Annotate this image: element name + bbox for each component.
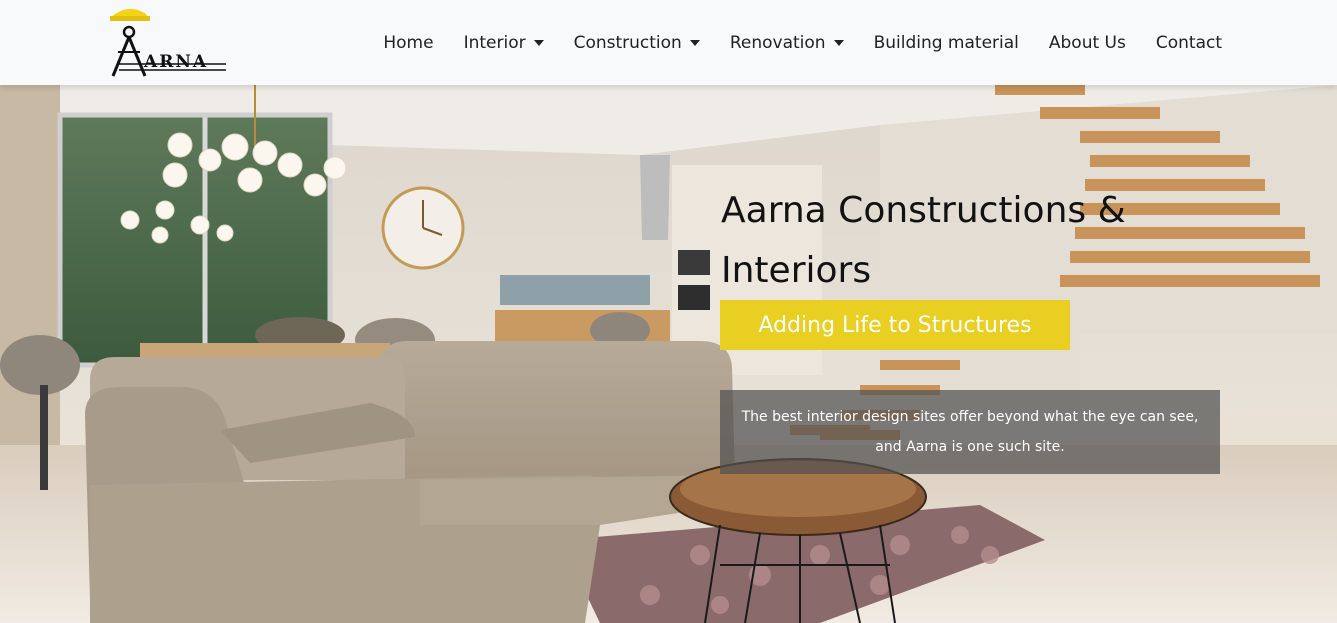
logo-text: ARNA [144,52,209,72]
description-line1: The best interior design sites offer bey… [741,409,1199,425]
hero-section: Aarna Constructions & Interiors Adding L… [0,85,1337,623]
nav-renovation-dropdown[interactable]: Renovation [730,33,844,53]
caret-down-icon [689,39,700,46]
hero-title-line2: Interiors [721,250,872,291]
nav-about-us[interactable]: About Us [1049,33,1126,53]
nav-contact[interactable]: Contact [1156,33,1222,53]
nav-label: Construction [573,32,682,53]
nav-label: Renovation [729,32,826,53]
hero-tagline: Adding Life to Structures [720,300,1070,350]
nav-construction-dropdown[interactable]: Construction [574,33,700,53]
main-nav: Home Interior Construction Renovation Bu… [353,0,1222,85]
brand-logo[interactable]: ARNA [106,4,228,80]
nav-label: Interior [463,32,526,53]
nav-building-material[interactable]: Building material [874,33,1019,53]
hero-title: Aarna Constructions & Interiors [721,181,1181,301]
caret-down-icon [533,39,544,46]
caret-down-icon [833,39,844,46]
navbar: ARNA Home Interior Construction Renovati… [0,0,1337,85]
nav-label: Contact [1155,32,1222,53]
hero-title-line1: Aarna Constructions & [721,190,1126,231]
nav-label: About Us [1048,32,1126,53]
hero-description: The best interior design sites offer bey… [720,390,1220,474]
description-line2: and Aarna is one such site. [875,439,1065,455]
nav-label: Building material [873,32,1019,53]
living-room-background-image [0,85,1337,623]
nav-label: Home [383,32,434,53]
nav-interior-dropdown[interactable]: Interior [464,33,544,53]
nav-home[interactable]: Home [383,33,433,53]
